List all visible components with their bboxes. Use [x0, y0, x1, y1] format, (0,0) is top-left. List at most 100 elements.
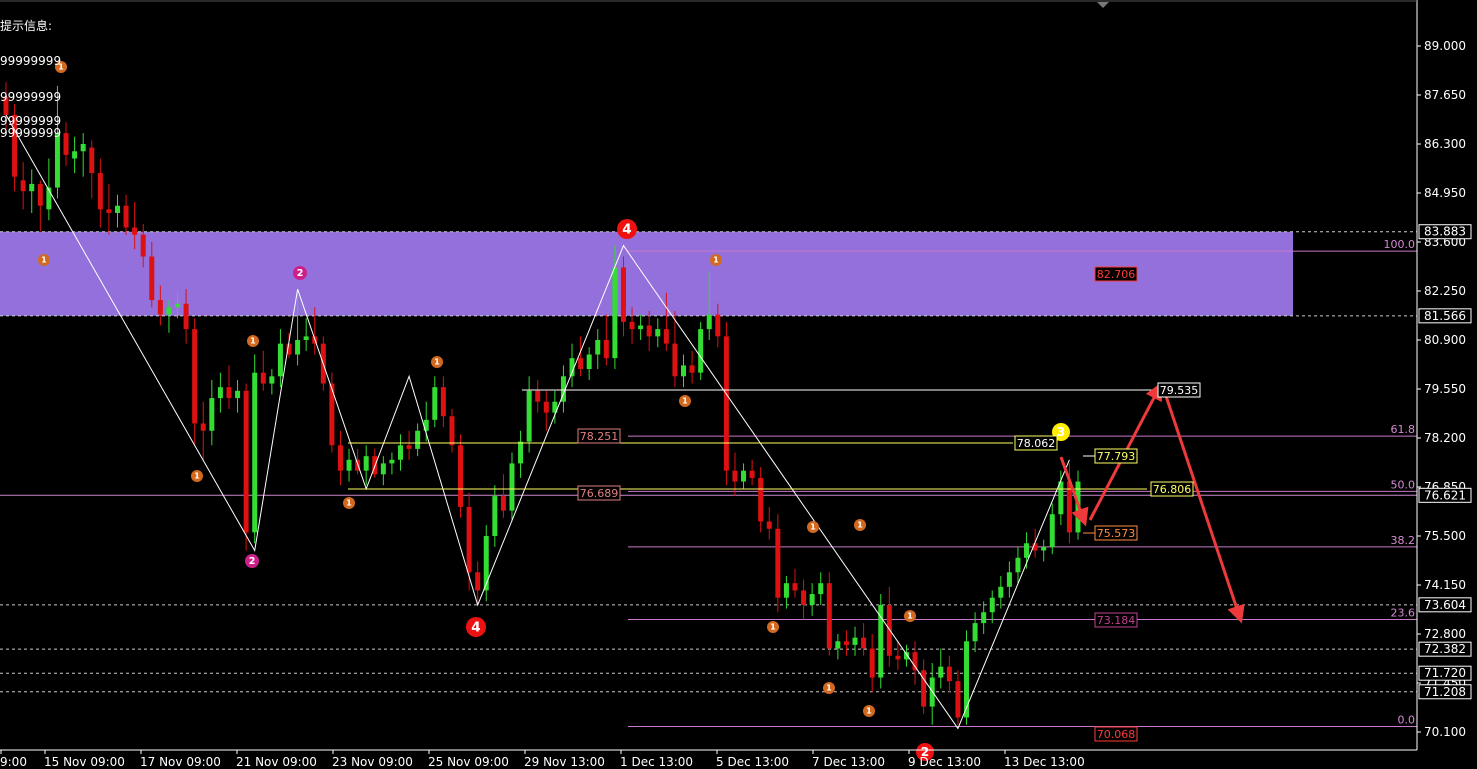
candle-body	[655, 329, 661, 337]
fib-level-label: 100.0	[1384, 238, 1416, 251]
candle-body	[912, 652, 918, 671]
candle-body	[603, 340, 609, 359]
candle-body	[492, 496, 498, 536]
candle-body	[638, 325, 644, 330]
candle-body	[252, 372, 258, 533]
wave-marker-label: 1	[770, 622, 776, 632]
candle-body	[903, 652, 909, 660]
candle-body	[200, 423, 206, 431]
candle-body	[723, 336, 729, 471]
time-tick-label: 25 Nov 09:00	[428, 755, 509, 769]
candle-body	[132, 227, 138, 235]
price-tick-label: 87.650	[1424, 88, 1466, 102]
candle-body	[938, 666, 944, 678]
candle-body	[706, 314, 712, 330]
wave-marker-label: 3	[1057, 425, 1065, 439]
wave-marker-label: 1	[346, 498, 352, 508]
time-tick-label: 9:00	[0, 755, 27, 769]
candle-body	[783, 583, 789, 598]
price-tick-label: 74.150	[1424, 578, 1466, 592]
candle-body	[277, 343, 283, 377]
wave-marker-label: 1	[857, 520, 863, 530]
level-price-label: 73.604	[1424, 598, 1466, 612]
candle-body	[440, 387, 446, 417]
wave-marker-label: 1	[682, 396, 688, 406]
info-line: 99999999	[0, 126, 61, 140]
candle-body	[415, 430, 421, 449]
wave-marker-label: 1	[713, 255, 719, 265]
price-tick-label: 82.250	[1424, 284, 1466, 298]
wave-marker-label: 1	[250, 336, 256, 346]
candle-body	[578, 358, 584, 370]
price-tick-label: 80.900	[1424, 333, 1466, 347]
candle-body	[878, 604, 884, 678]
candle-body	[646, 325, 652, 337]
candle-body	[483, 536, 489, 591]
level-price-label: 72.382	[1424, 642, 1466, 656]
candle-body	[80, 144, 86, 152]
candle-body	[741, 470, 747, 482]
wave-marker-label: 1	[194, 471, 200, 481]
candle-body	[826, 583, 832, 649]
wave-marker-label: 2	[297, 268, 304, 279]
candle-body	[72, 151, 78, 159]
candle-body	[681, 365, 687, 377]
candle-body	[886, 604, 892, 656]
candle-body	[595, 340, 601, 355]
wave-marker-label: 1	[810, 522, 816, 532]
price-label: 79.535	[1160, 384, 1199, 397]
candle-body	[509, 463, 515, 511]
candle-body	[235, 390, 241, 399]
time-tick-label: 21 Nov 09:00	[236, 755, 317, 769]
price-tick-label: 70.100	[1424, 725, 1466, 739]
candle-body	[20, 180, 26, 192]
price-tick-label: 84.950	[1424, 186, 1466, 200]
candle-body	[586, 354, 592, 370]
candle-body	[114, 205, 120, 213]
fib-level-label: 0.0	[1398, 714, 1416, 727]
candle-body	[303, 336, 309, 340]
level-price-label: 71.720	[1424, 666, 1466, 680]
candle-body	[123, 205, 129, 228]
time-tick-label: 1 Dec 13:00	[620, 755, 693, 769]
price-label: 78.062	[1017, 437, 1056, 450]
candle-body	[209, 398, 215, 431]
wave-marker-label: 1	[434, 357, 440, 367]
level-price-label: 71.208	[1424, 685, 1466, 699]
candle-body	[346, 459, 352, 471]
candle-body	[766, 521, 772, 529]
candle-body	[397, 445, 403, 460]
price-axis: 89.00087.65086.30084.95083.60082.25080.9…	[1417, 39, 1472, 739]
candle-body	[157, 300, 163, 315]
price-tick-label: 72.800	[1424, 627, 1466, 641]
price-label: 78.251	[580, 430, 619, 443]
candle-body	[1006, 572, 1012, 587]
candle-body	[698, 329, 704, 373]
candle-body	[363, 456, 369, 471]
info-header: 提示信息:	[0, 18, 52, 33]
price-chart[interactable]: 100.0 61.8 50.0 38.2 23.6 0.0 1 1 2 2 1 1 1 1 4 4 1 1 1 1 1…	[0, 0, 1477, 769]
candle-body	[955, 681, 961, 718]
candle-body	[106, 209, 112, 213]
candle-body	[1049, 514, 1055, 547]
level-price-label: 83.883	[1424, 225, 1466, 239]
fib-level-label: 61.8	[1391, 423, 1416, 436]
wave-marker-label: 4	[471, 620, 480, 636]
candle-body	[269, 376, 275, 384]
candle-body	[337, 445, 343, 471]
time-tick-label: 9 Dec 13:00	[908, 755, 981, 769]
candle-body	[895, 655, 901, 660]
candle-body	[629, 321, 635, 330]
chart-background	[0, 0, 1477, 769]
candle-body	[818, 583, 824, 595]
time-tick-label: 7 Dec 13:00	[812, 755, 885, 769]
candle-body	[843, 641, 849, 645]
level-price-label: 76.621	[1424, 488, 1466, 502]
candle-body	[63, 133, 69, 155]
time-tick-label: 17 Nov 09:00	[140, 755, 221, 769]
wave-marker-label: 1	[866, 706, 872, 716]
candle-body	[166, 307, 172, 315]
price-tick-label: 78.200	[1424, 431, 1466, 445]
candle-body	[809, 594, 815, 605]
candle-body	[54, 133, 60, 188]
